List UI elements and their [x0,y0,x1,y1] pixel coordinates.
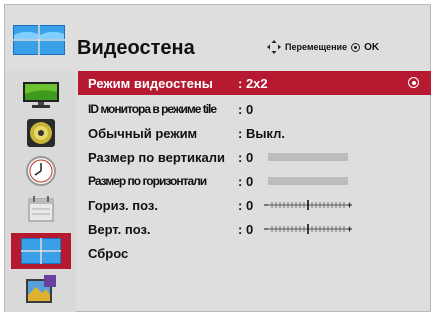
menu-row-v-position[interactable]: Верт. поз. : 0 [78,217,431,241]
menu-row-label: Гориз. поз. [88,197,158,213]
menu-row-value: : 0 [238,149,254,165]
sidebar-item-picture[interactable] [11,77,71,113]
menu-row-natural-mode[interactable]: Обычный режим : Выкл. [78,121,431,145]
h-position-slider[interactable] [264,200,352,210]
menu-row-value: : Выкл. [238,125,285,141]
horizontal-size-bar[interactable] [268,177,348,185]
hint-ok-label: OK [364,41,380,53]
menu-row-video-wall-mode[interactable]: Режим видеостены : 2x2 [78,71,431,95]
osd-menu: Видеостена Перемещение OK Режим видеосте… [4,4,431,312]
menu-row-value: : 0 [238,197,254,213]
navigation-arrows-icon [267,40,281,54]
page-title: Видеостена [77,37,195,59]
sidebar [5,71,76,312]
menu-row-h-position[interactable]: Гориз. поз. : 0 [78,193,431,217]
menu-row-value: : 2x2 [238,75,268,91]
video-wall-icon [21,238,61,264]
sidebar-item-video-wall[interactable] [11,233,71,269]
menu-row-vertical-size[interactable]: Размер по вертикали : 0 [78,145,431,169]
sidebar-item-time[interactable] [11,153,71,189]
menu-row-label: Размер по вертикали [88,149,225,165]
menu-row-tile-id[interactable]: ID монитора в режиме tile : 0 [78,97,431,121]
navigation-hint: Перемещение OK [267,40,379,54]
menu-row-label: Размер по горизонтали [88,174,207,188]
sidebar-item-audio[interactable] [11,115,71,151]
menu-row-value: : 0 [238,173,254,189]
display-icon [23,82,59,108]
menu-row-label: Обычный режим [88,125,198,141]
menu-row-label: ID монитора в режиме tile [88,102,217,116]
menu-row-label: Верт. поз. [88,221,151,237]
menu-row-reset[interactable]: Сброс [78,241,431,265]
sidebar-item-picture-id[interactable] [11,271,71,307]
ok-button-icon [351,42,361,52]
selected-radio-icon [408,77,419,88]
menu-row-value: : 0 [238,221,254,237]
menu-row-label: Режим видеостены [88,75,213,91]
menu-row-horizontal-size[interactable]: Размер по горизонтали : 0 [78,169,431,193]
clock-icon [26,156,56,186]
sidebar-item-option[interactable] [11,191,71,227]
video-wall-icon [13,25,65,55]
header: Видеостена Перемещение OK [5,5,430,71]
option-icon [28,196,54,222]
hint-move-label: Перемещение [285,42,348,52]
picture-icon [26,275,56,303]
v-position-slider[interactable] [264,224,352,234]
vertical-size-bar[interactable] [268,153,348,161]
speaker-icon [27,119,55,147]
menu-row-value: : 0 [238,101,254,117]
menu-row-label: Сброс [88,245,129,261]
